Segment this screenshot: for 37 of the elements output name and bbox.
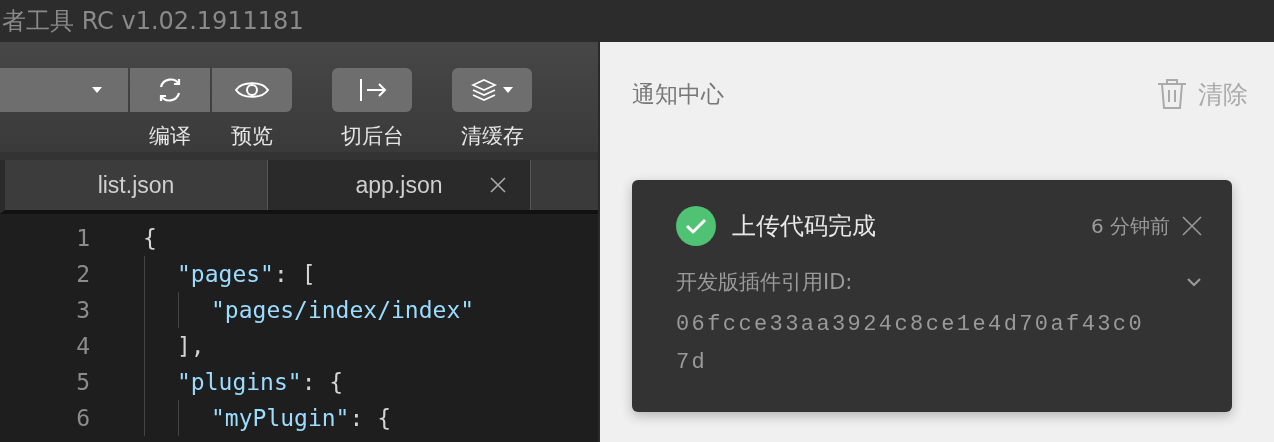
panel-title: 通知中心	[632, 79, 724, 109]
check-circle-icon	[676, 206, 716, 246]
trash-icon	[1156, 78, 1188, 110]
code-line: "pages": [	[177, 261, 316, 287]
notification-title: 上传代码完成	[732, 211, 877, 242]
line-number: 3	[75, 297, 90, 323]
toolbar-button[interactable]	[212, 68, 292, 112]
button-label: 编译	[149, 123, 191, 150]
line-number: 5	[75, 369, 90, 395]
line-number: 6	[75, 405, 90, 431]
line-number: 1	[75, 225, 90, 251]
toolbar-button[interactable]	[332, 68, 412, 112]
line-number: 4	[75, 333, 90, 359]
plugin-id: 06fcce33aa3924c8ce1e4d70af43c07d	[676, 311, 1146, 377]
arrow-right-icon	[357, 77, 387, 103]
caret-icon	[92, 87, 102, 93]
code-line: "myPlugin": {	[211, 405, 392, 431]
window-title: 者工具 RC v1.02.1911181	[2, 6, 304, 37]
layers-icon	[471, 77, 497, 103]
button-label: 切后台	[340, 123, 404, 150]
close-icon[interactable]	[490, 177, 506, 193]
toolbar-button[interactable]	[130, 68, 210, 112]
button-label: 清缓存	[460, 123, 524, 150]
notification-label: 开发版插件引用ID:	[676, 269, 853, 296]
notification-time: 6 分钟前	[1090, 212, 1170, 240]
button-label: 预览	[231, 123, 273, 150]
code-line: {	[143, 225, 157, 251]
toolbar-button[interactable]	[452, 68, 532, 112]
line-number: 2	[75, 261, 90, 287]
code-line: "plugins": {	[177, 369, 344, 395]
editor-tab[interactable]: app.json	[268, 160, 531, 210]
caret-icon	[503, 87, 513, 93]
chevron-icon[interactable]	[1186, 277, 1202, 287]
eye-icon	[234, 79, 270, 101]
close-icon[interactable]	[1182, 216, 1202, 236]
code-line: "pages/index/index"	[211, 297, 475, 323]
code-line: ],	[177, 333, 205, 359]
